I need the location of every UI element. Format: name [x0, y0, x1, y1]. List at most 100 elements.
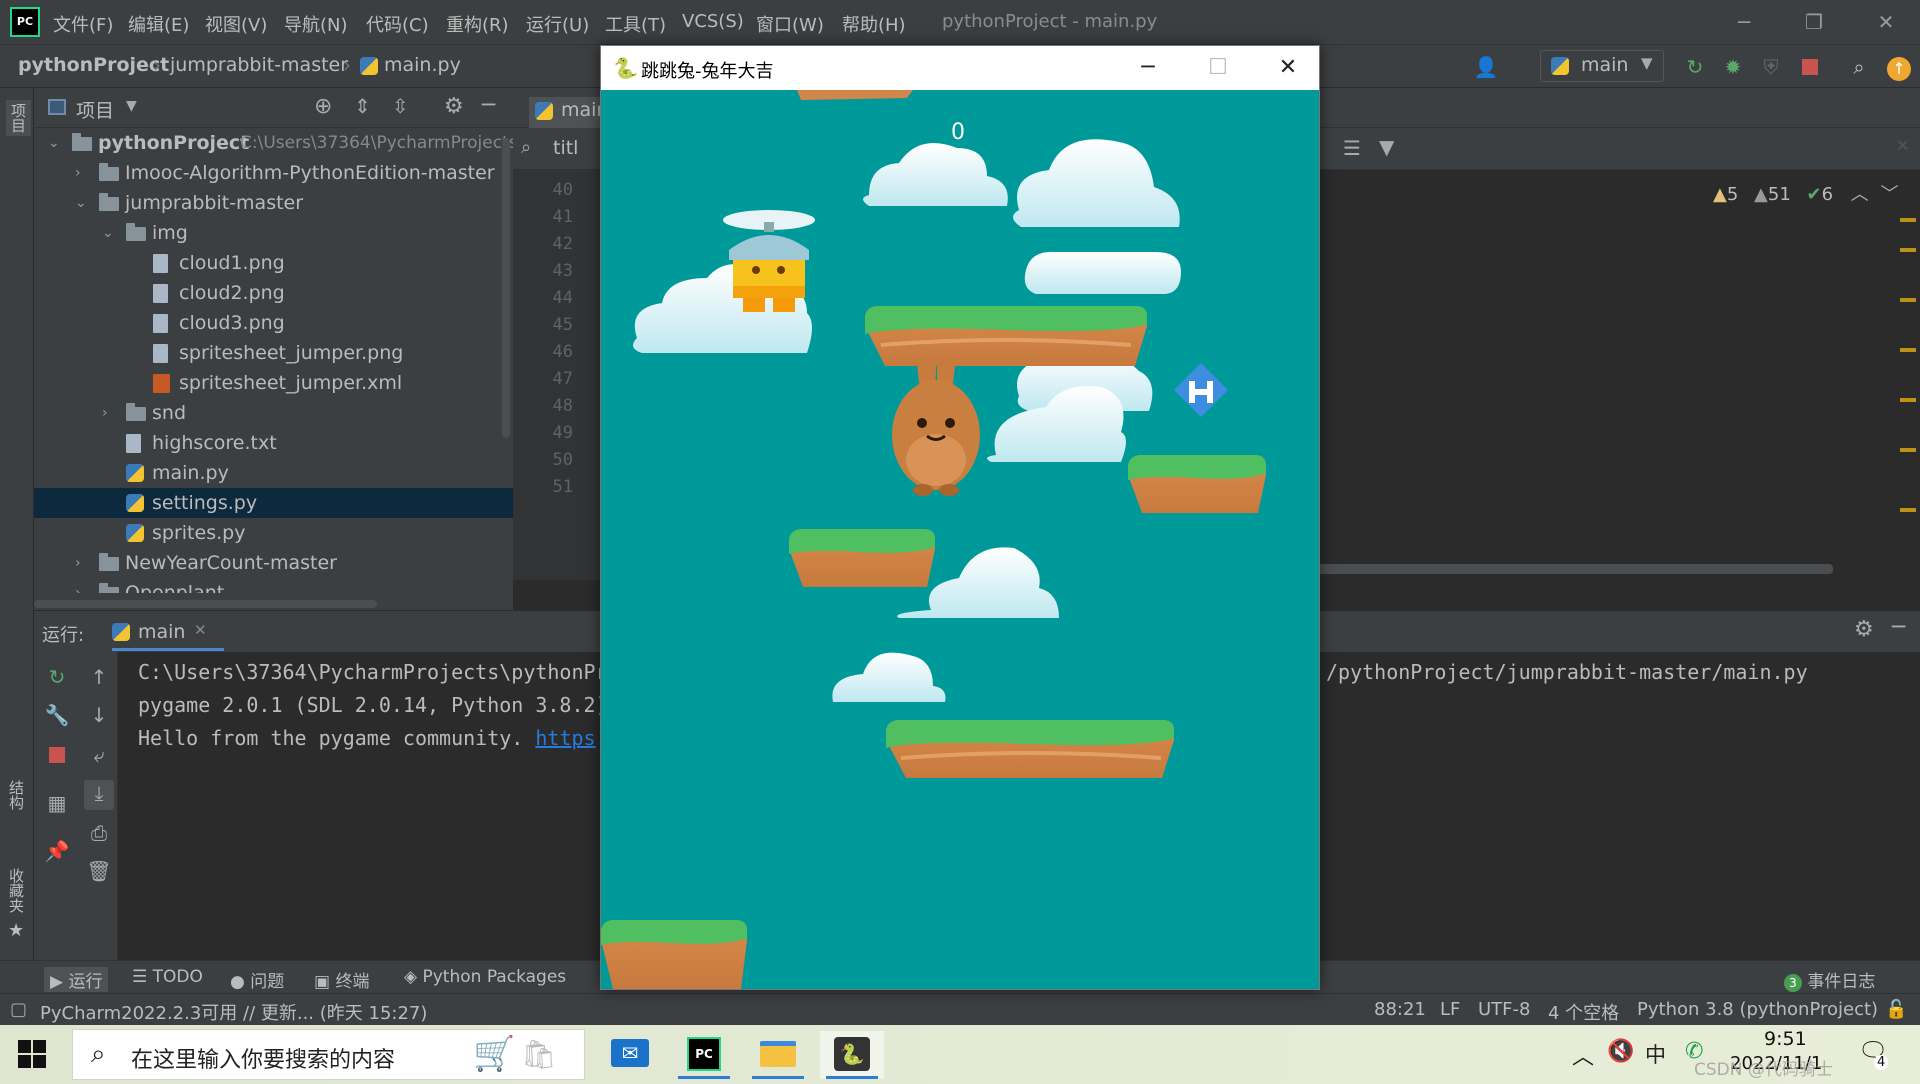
structure-tool-tab[interactable]: 结构	[6, 780, 27, 810]
menu-vcs[interactable]: VCS(S)	[682, 11, 744, 32]
layout-icon[interactable]: ▦	[44, 790, 70, 816]
run-config-selector[interactable]: main ▼	[1540, 50, 1664, 82]
tree-hscrollbar[interactable]	[34, 600, 377, 608]
collapse-all-icon[interactable]: ⇳	[392, 94, 409, 118]
menu-refactor[interactable]: 重构(R)	[446, 11, 509, 37]
chevron-up-icon[interactable]: ︿	[1851, 184, 1869, 205]
update-icon[interactable]: ↑	[1886, 54, 1912, 81]
menu-window[interactable]: 窗口(W)	[756, 11, 824, 37]
ime-indicator[interactable]: 中	[1645, 1039, 1666, 1069]
tree-item[interactable]: cloud2.png	[34, 278, 513, 308]
close-icon[interactable]: ✕	[1872, 8, 1900, 36]
file-encoding[interactable]: UTF-8	[1478, 999, 1530, 1020]
chevron-down-icon[interactable]: ﹀	[1881, 184, 1899, 205]
close-icon[interactable]: ✕	[1273, 54, 1303, 82]
debug-icon[interactable]: ✹	[1720, 54, 1746, 80]
chevron-down-icon[interactable]: ⌄	[102, 218, 118, 248]
problems-tool-tab[interactable]: ● 问题	[230, 967, 284, 992]
tree-item[interactable]: › NewYearCount-master	[34, 548, 513, 578]
tree-item[interactable]: main.py	[34, 458, 513, 488]
tree-item[interactable]: spritesheet_jumper.xml	[34, 368, 513, 398]
inspection-widget[interactable]: ▲5 ▲51 ✔6 ︿ ﹀	[1713, 180, 1899, 206]
bookmarks-tool-tab[interactable]: 收藏夹	[6, 868, 27, 913]
game-canvas[interactable]: 0	[601, 90, 1319, 989]
rerun-icon[interactable]: ↻	[44, 664, 70, 690]
tree-item[interactable]: highscore.txt	[34, 428, 513, 458]
stop-icon[interactable]	[44, 742, 70, 768]
tree-item[interactable]: cloud1.png	[34, 248, 513, 278]
gear-icon[interactable]: ⚙	[1854, 617, 1874, 642]
game-titlebar[interactable]: 🐍 跳跳兔-兔年大吉 ─ ☐ ✕	[601, 46, 1319, 90]
menu-run[interactable]: 运行(U)	[526, 11, 589, 37]
packages-tool-tab[interactable]: ◈ Python Packages	[404, 967, 566, 987]
chevron-right-icon[interactable]: ›	[75, 548, 91, 578]
find-input[interactable]: titl	[553, 137, 578, 159]
soft-wrap-icon[interactable]: ⤶	[86, 742, 112, 768]
menu-tools[interactable]: 工具(T)	[605, 11, 666, 37]
trash-icon[interactable]: 🗑	[86, 858, 112, 884]
menu-edit[interactable]: 编辑(E)	[128, 11, 189, 37]
tree-item[interactable]: ⌄ img	[34, 218, 513, 248]
window-icon[interactable]: ▢	[10, 999, 27, 1020]
run-tool-tab[interactable]: ▶ 运行	[44, 967, 109, 992]
menu-view[interactable]: 视图(V)	[205, 11, 267, 37]
tree-item[interactable]: ⌄ pythonProject C:\Users\37364\PycharmProj…	[34, 128, 513, 158]
caret-position[interactable]: 88:21	[1374, 999, 1426, 1020]
locate-icon[interactable]: ⊕	[314, 94, 332, 119]
tree-item[interactable]: › snd	[34, 398, 513, 428]
project-tool-tab[interactable]: 项目	[6, 100, 31, 136]
taskbar-search[interactable]: ⌕ 在这里输入你要搜索的内容 🛒 🛍	[72, 1029, 585, 1080]
tree-item[interactable]: sprites.py	[34, 518, 513, 548]
rerun-icon[interactable]: ↻	[1682, 54, 1708, 80]
tree-item[interactable]: ⌄ jumprabbit-master	[34, 188, 513, 218]
windows-start-icon[interactable]	[18, 1040, 46, 1068]
lock-icon[interactable]: 🔓	[1885, 999, 1907, 1020]
hide-panel-icon[interactable]: ─	[482, 93, 495, 118]
filter-icon[interactable]: ▼	[1379, 135, 1394, 159]
file-explorer-icon[interactable]	[746, 1031, 810, 1079]
volume-muted-icon[interactable]: 🔇	[1607, 1039, 1634, 1064]
breadcrumb-project[interactable]: pythonProject	[18, 54, 169, 76]
tree-item[interactable]: settings.py	[34, 488, 513, 518]
minimize-icon[interactable]: ─	[1730, 8, 1758, 36]
python-app-icon[interactable]: 🐍	[820, 1031, 884, 1079]
chevron-right-icon[interactable]: ›	[75, 158, 91, 188]
close-find-icon[interactable]: ✕	[1896, 136, 1909, 155]
arrow-down-icon[interactable]: ↓	[86, 702, 112, 728]
search-icon[interactable]: ⌕	[1846, 54, 1872, 80]
indent-setting[interactable]: 4 个空格	[1548, 999, 1619, 1025]
menu-navigate[interactable]: 导航(N)	[284, 11, 348, 37]
star-icon[interactable]: ★	[8, 920, 24, 941]
minimize-icon[interactable]: ─	[1133, 54, 1163, 82]
tree-item[interactable]: cloud3.png	[34, 308, 513, 338]
pycharm-app-icon[interactable]: PC	[672, 1031, 736, 1079]
line-separator[interactable]: LF	[1440, 999, 1460, 1020]
tree-item[interactable]: › Openplant	[34, 578, 513, 593]
editor-hscrollbar[interactable]	[1303, 564, 1833, 574]
event-log-tool-tab[interactable]: 3 事件日志	[1784, 967, 1875, 992]
wrench-icon[interactable]: 🔧	[44, 702, 70, 728]
chevron-down-icon[interactable]: ⌄	[75, 188, 91, 218]
clock-time[interactable]: 9:51	[1764, 1028, 1807, 1050]
user-icon[interactable]: 👤	[1473, 54, 1499, 80]
run-tab-main[interactable]: main ✕	[112, 615, 224, 651]
arrow-up-icon[interactable]: ↑	[86, 664, 112, 690]
scroll-to-end-icon[interactable]: ⤓	[84, 780, 114, 810]
todo-tool-tab[interactable]: ☰ TODO	[132, 967, 203, 987]
stop-icon[interactable]	[1797, 54, 1823, 80]
coverage-icon[interactable]: ⛨	[1758, 54, 1784, 80]
status-message[interactable]: PyCharm2022.2.3可用 // 更新... (昨天 15:27)	[40, 999, 427, 1025]
chevron-right-icon[interactable]: ›	[75, 578, 91, 593]
hide-panel-icon[interactable]: ─	[1892, 615, 1905, 640]
project-panel-title[interactable]: 项目	[76, 96, 114, 123]
restore-icon[interactable]: ❐	[1800, 8, 1828, 36]
console-link[interactable]: https	[535, 726, 595, 750]
chevron-right-icon[interactable]: ›	[102, 398, 118, 428]
menu-file[interactable]: 文件(F)	[53, 11, 113, 37]
close-tab-icon[interactable]: ✕	[194, 621, 207, 639]
chevron-up-icon[interactable]: ︿	[1572, 1039, 1594, 1071]
error-stripe[interactable]	[1900, 208, 1916, 558]
filter-lines-icon[interactable]: ☰	[1343, 136, 1361, 160]
pin-icon[interactable]: 📌	[44, 838, 70, 864]
breadcrumb-folder[interactable]: jumprabbit-master	[170, 54, 348, 76]
